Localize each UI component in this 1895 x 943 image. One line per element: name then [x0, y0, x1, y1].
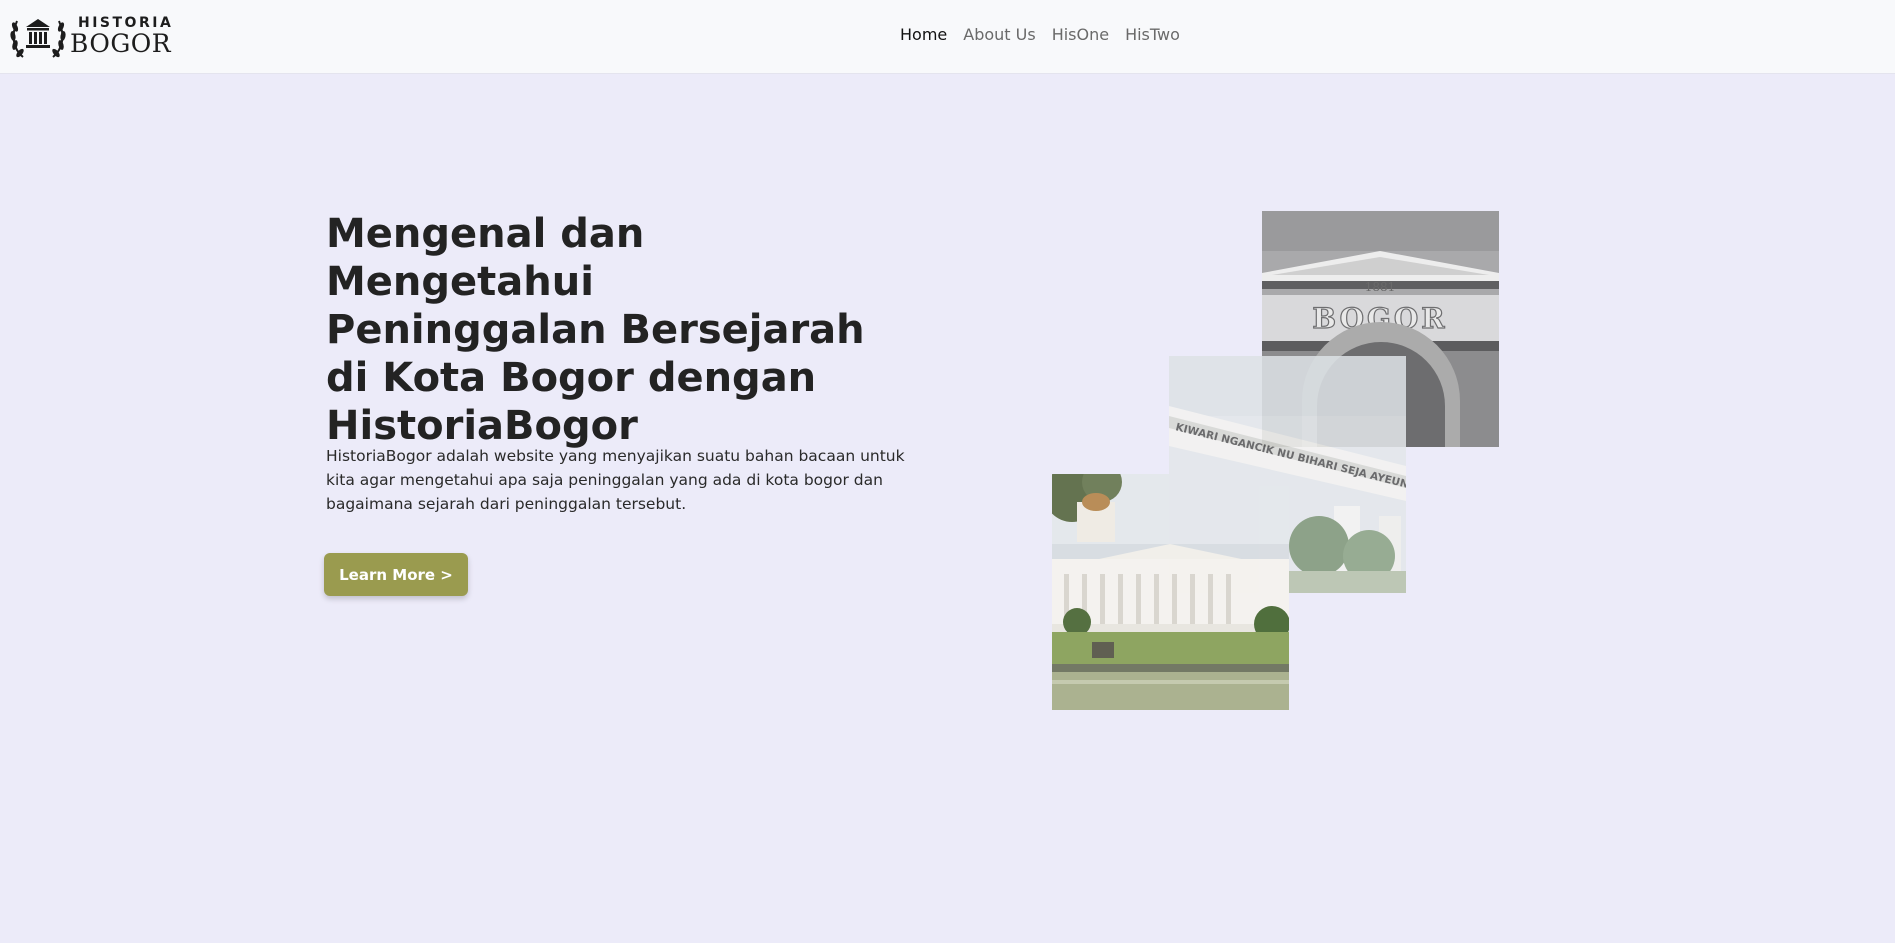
nav-link-hisone[interactable]: HisOne [1052, 25, 1109, 44]
navbar: HISTORIA BOGOR Home About Us HisOne HisT… [0, 0, 1895, 74]
nav-link-home[interactable]: Home [900, 25, 947, 44]
hero-title: Mengenal dan Mengetahui Peninggalan Bers… [326, 211, 865, 449]
temple-laurel-icon [10, 19, 66, 58]
brand-logo[interactable]: HISTORIA BOGOR [9, 11, 174, 61]
arch-year-text: 1881 [1365, 280, 1396, 294]
nav-link-about-us[interactable]: About Us [963, 25, 1035, 44]
nav-links: Home About Us HisOne HisTwo [900, 25, 1180, 44]
hero-description: HistoriaBogor adalah website yang menyaj… [326, 447, 905, 513]
nav-link-histwo[interactable]: HisTwo [1125, 25, 1180, 44]
brand-name-bottom: BOGOR [70, 29, 172, 58]
learn-more-button[interactable]: Learn More > [324, 553, 468, 596]
bogor-palace-photo [1052, 474, 1289, 710]
